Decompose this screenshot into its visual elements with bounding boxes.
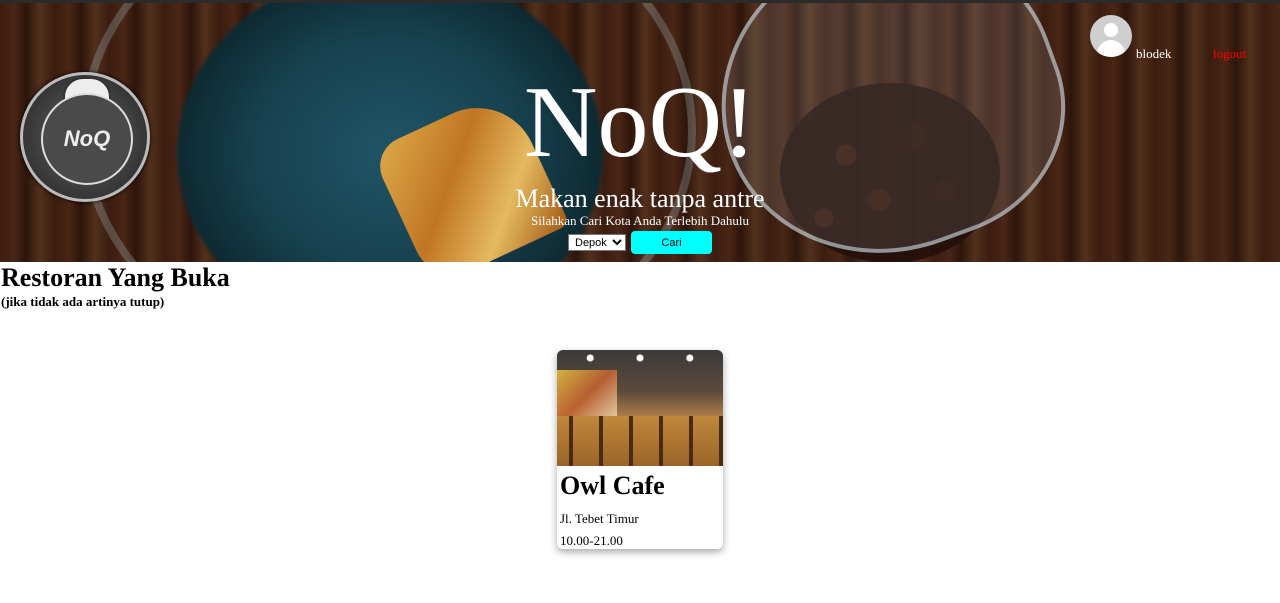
dining-tables bbox=[557, 416, 723, 466]
ceiling-lights bbox=[557, 350, 723, 366]
city-search-form: Depok Cari bbox=[568, 231, 712, 254]
username-label: blodek bbox=[1136, 46, 1172, 61]
user-avatar[interactable] bbox=[1090, 15, 1132, 57]
avatar-head bbox=[1104, 23, 1118, 37]
brand-tagline: Makan enak tanpa antre bbox=[515, 184, 765, 213]
search-button[interactable]: Cari bbox=[631, 231, 712, 254]
section-subtitle: (jika tidak ada artinya tutup) bbox=[1, 294, 165, 309]
mural-wall bbox=[557, 370, 617, 420]
logout-link[interactable]: logout bbox=[1213, 46, 1246, 62]
city-select[interactable]: Depok bbox=[568, 234, 626, 251]
restaurant-address: Jl. Tebet Timur bbox=[560, 511, 639, 526]
restaurant-photo bbox=[557, 350, 723, 466]
restaurant-name: Owl Cafe bbox=[560, 471, 665, 500]
brand-title: NoQ! bbox=[523, 66, 757, 179]
restaurant-hours: 10.00-21.00 bbox=[560, 533, 623, 548]
section-title: Restoran Yang Buka bbox=[1, 263, 230, 292]
search-hint: Silahkan Cari Kota Anda Terlebih Dahulu bbox=[531, 213, 749, 228]
restaurant-card[interactable]: Owl Cafe Jl. Tebet Timur 10.00-21.00 bbox=[557, 350, 723, 549]
avatar-body bbox=[1097, 40, 1125, 57]
